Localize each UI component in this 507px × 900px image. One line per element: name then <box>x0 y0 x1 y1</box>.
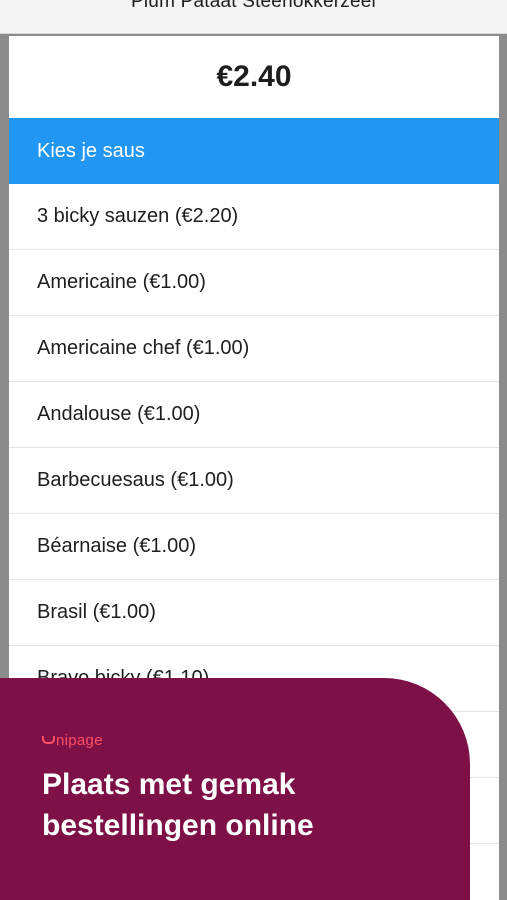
option-item[interactable]: Americaine (€1.00) <box>9 250 499 316</box>
page: Plum Pataat Steenokkerzeel €2.40 Kies je… <box>0 0 507 900</box>
option-item[interactable]: Béarnaise (€1.00) <box>9 514 499 580</box>
option-item[interactable]: Brasil (€1.00) <box>9 580 499 646</box>
price-total: €2.40 <box>216 60 292 93</box>
unipage-u-icon <box>42 736 55 744</box>
option-item[interactable]: Americaine chef (€1.00) <box>9 316 499 382</box>
top-bar: Plum Pataat Steenokkerzeel <box>0 0 507 34</box>
section-header-sauce: Kies je saus <box>9 118 499 184</box>
option-item[interactable]: Barbecuesaus (€1.00) <box>9 448 499 514</box>
promo-headline: Plaats met gemak bestellingen online <box>42 768 314 842</box>
restaurant-title: Plum Pataat Steenokkerzeel <box>131 0 376 12</box>
unipage-promo-banner: nipage Plaats met gemak bestellingen onl… <box>0 678 470 900</box>
option-item[interactable]: 3 bicky sauzen (€2.20) <box>9 184 499 250</box>
unipage-logo: nipage <box>42 732 103 749</box>
unipage-logo-text: nipage <box>56 732 103 749</box>
option-item[interactable]: Andalouse (€1.00) <box>9 382 499 448</box>
